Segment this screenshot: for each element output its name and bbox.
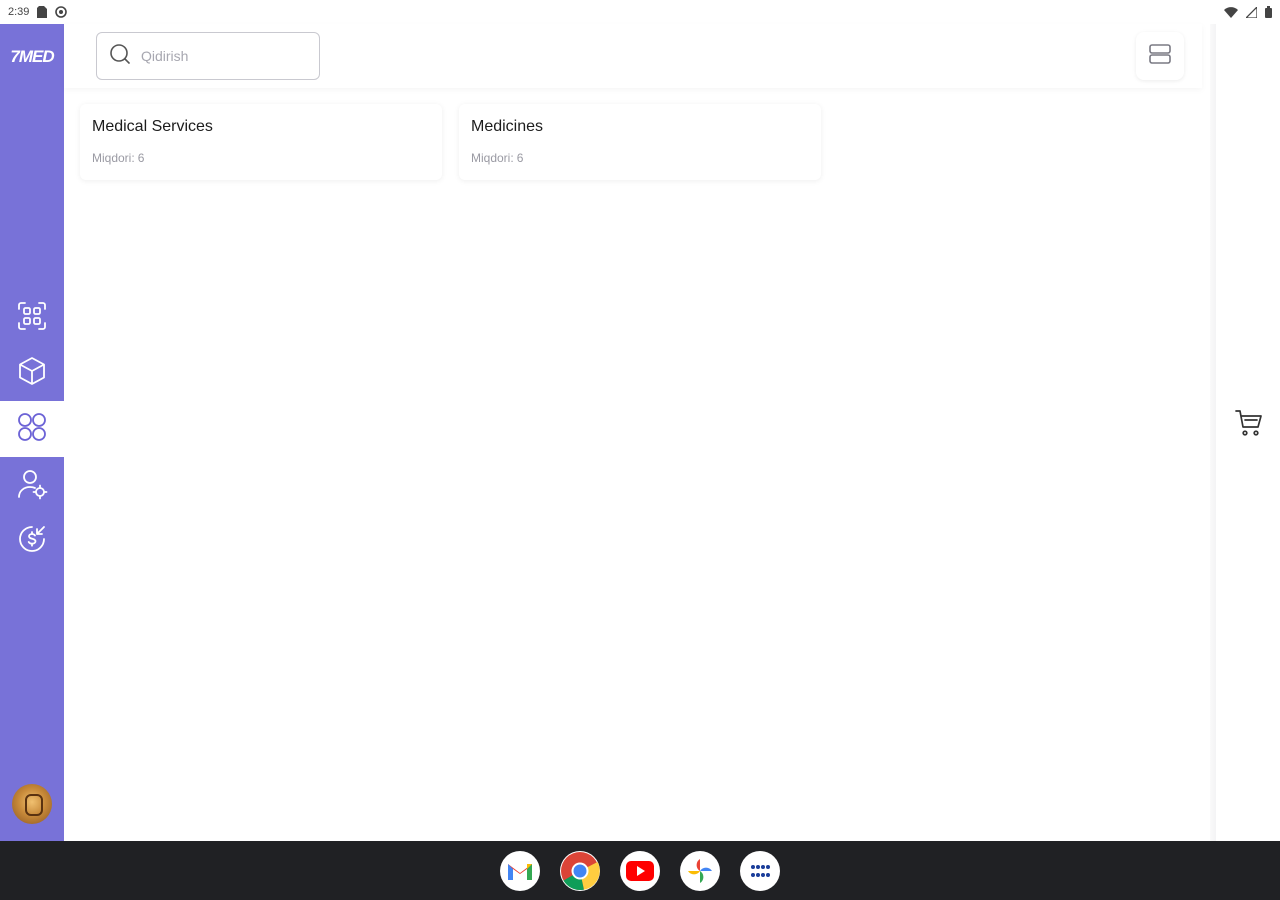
category-title: Medical Services [92,118,213,135]
top-bar [64,24,1202,88]
category-card-medical-services[interactable]: Medical Services Miqdori: 6 [80,104,442,180]
panel-divider [1210,24,1216,841]
category-title: Medicines [471,118,544,135]
sidebar-item-payments[interactable] [0,513,64,569]
sidebar-item-products[interactable] [0,345,64,401]
sidebar: 7MED [0,24,64,841]
user-avatar[interactable] [12,784,52,824]
youtube-app-icon[interactable] [620,850,660,891]
signal-icon [1246,6,1257,18]
wifi-icon [1224,6,1238,18]
taskbar [0,841,1280,900]
box-icon [16,355,48,392]
cart-icon [1234,410,1264,442]
battery-icon [1265,6,1272,18]
sim-icon [37,6,48,18]
chrome-app-icon[interactable] [560,850,600,891]
search-input[interactable] [141,48,301,64]
money-exchange-icon [16,523,48,560]
gmail-app-icon[interactable] [500,850,540,891]
category-count: Miqdori: 6 [92,151,145,165]
category-count: Miqdori: 6 [471,151,524,165]
status-time: 2:39 [8,6,30,18]
search-icon [109,43,131,70]
sidebar-item-categories[interactable] [0,401,64,457]
status-bar: 2:39 [0,0,1280,24]
qr-scan-icon [16,300,48,337]
user-settings-icon [16,468,48,505]
settings-status-icon [55,6,68,18]
sidebar-item-qr-scan[interactable] [0,290,64,346]
sidebar-item-users[interactable] [0,458,64,514]
search-box[interactable] [96,32,320,80]
categories-grid-icon [16,411,48,448]
layout-toggle-button[interactable] [1136,32,1184,80]
category-card-medicines[interactable]: Medicines Miqdori: 6 [459,104,821,180]
cart-button[interactable] [1234,408,1266,440]
app-logo[interactable]: 7MED [6,44,58,70]
photos-app-icon[interactable] [680,850,720,891]
app-launcher-icon[interactable] [740,850,780,891]
list-layout-icon [1148,42,1172,71]
